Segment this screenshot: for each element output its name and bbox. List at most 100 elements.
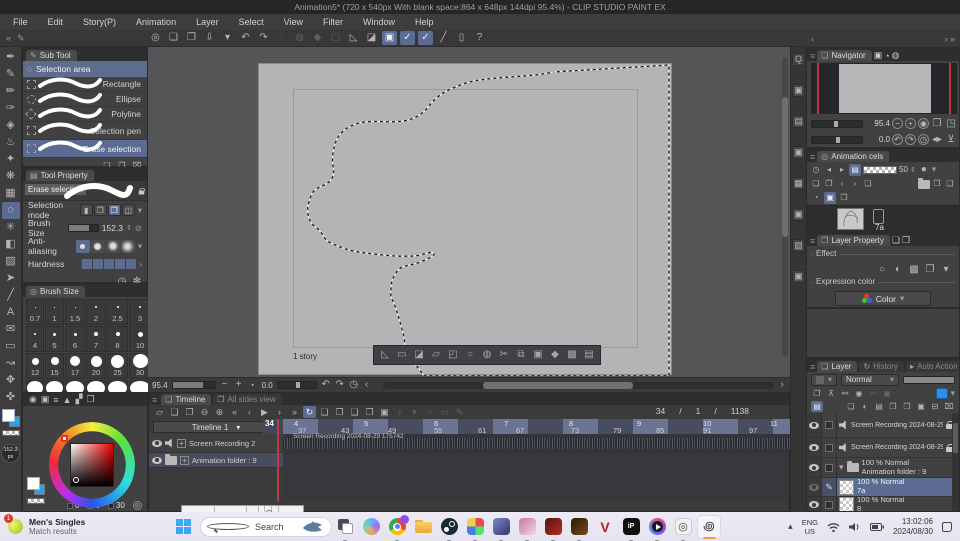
- eye-icon[interactable]: [809, 501, 819, 508]
- selection-launcher-icon[interactable]: ◪: [411, 347, 427, 363]
- scroll-left-icon[interactable]: ‹: [363, 378, 371, 392]
- chevron-down-icon[interactable]: ▾: [138, 205, 142, 216]
- palette-color-combo[interactable]: ▾: [811, 373, 838, 386]
- task-view-button[interactable]: [333, 515, 357, 541]
- collapse-left-icon[interactable]: ‹: [811, 34, 814, 44]
- timeline-toolbar-icon[interactable]: ◔: [423, 406, 436, 418]
- selection-mode-button[interactable]: ▮: [79, 204, 93, 216]
- tab-history[interactable]: ↻ History: [859, 361, 905, 372]
- material-palette-icon[interactable]: ▣: [792, 208, 805, 221]
- aa-middle-button[interactable]: [105, 239, 120, 253]
- command-bar-icon[interactable]: ▢: [328, 31, 343, 45]
- eyedropper-tool-icon[interactable]: ✜: [2, 389, 20, 406]
- command-bar-icon[interactable]: ◌: [274, 31, 289, 45]
- onion-color-icon[interactable]: ●: [918, 163, 930, 177]
- selection-tool-icon[interactable]: ◌: [1, 202, 20, 219]
- color-panel-tab-icon[interactable]: ▣: [41, 394, 50, 405]
- layer-tool-icon[interactable]: ✂: [867, 388, 879, 399]
- eye-icon[interactable]: [809, 421, 819, 429]
- eye-icon[interactable]: [809, 483, 819, 491]
- selection-launcher-icon[interactable]: ○: [462, 347, 478, 363]
- color-settings-icon[interactable]: ◎: [132, 501, 142, 510]
- fill-tool-icon[interactable]: ◧: [2, 236, 20, 253]
- selection-launcher-icon[interactable]: ▩: [564, 347, 580, 363]
- zoom-fit-icon[interactable]: ▪: [248, 378, 258, 392]
- cels-nav-icon[interactable]: ❏: [862, 178, 874, 190]
- stepper-icon[interactable]: ⇕: [910, 166, 916, 174]
- material-palette-icon[interactable]: ▧: [792, 239, 805, 252]
- text-tool-icon[interactable]: A: [2, 304, 20, 321]
- zoom-in-button[interactable]: +: [905, 118, 916, 129]
- menu-item[interactable]: Animation: [127, 16, 185, 28]
- clock[interactable]: 13:02:06 2024/08/30: [893, 517, 933, 537]
- start-button[interactable]: [170, 516, 196, 538]
- tab-auto-action[interactable]: ▸ Auto Action: [906, 361, 959, 372]
- cels-toolbar-icon[interactable]: ◷: [810, 164, 822, 176]
- timeline-playhead[interactable]: [277, 419, 279, 501]
- flip-horizontal-icon[interactable]: ◂▸: [931, 133, 943, 147]
- command-bar-icon[interactable]: ✓: [400, 31, 415, 45]
- volume-icon[interactable]: [848, 522, 861, 532]
- onion-opacity-slider[interactable]: [863, 165, 897, 174]
- rotate-cw-button[interactable]: ↷: [905, 134, 916, 145]
- layer-tool-icon[interactable]: ◉: [853, 388, 865, 399]
- onion-opacity-value[interactable]: 50: [899, 165, 908, 174]
- color-panel-tab-icon[interactable]: ❐: [86, 394, 94, 405]
- flip-vertical-icon[interactable]: ⊻: [945, 133, 957, 147]
- timeline-toolbar-icon[interactable]: ♪: [393, 406, 406, 418]
- command-bar-icon[interactable]: ⇩: [202, 31, 217, 45]
- material-palette-icon[interactable]: ▣: [792, 146, 805, 159]
- effect-toggle-icon[interactable]: ▾: [939, 263, 953, 276]
- cels-toolbar-icon[interactable]: ▤: [849, 163, 861, 176]
- cels-toolbar-icon[interactable]: ▸: [836, 164, 848, 176]
- timeline-toolbar-icon[interactable]: ❐: [183, 406, 196, 418]
- effect-toggle-icon[interactable]: ❐: [923, 263, 937, 276]
- color-panel-tab-icon[interactable]: ▲: [63, 395, 72, 405]
- rotate-ccw-icon[interactable]: ↶: [321, 378, 331, 392]
- selection-launcher-icon[interactable]: ⧉: [513, 347, 529, 363]
- selection-launcher-icon[interactable]: ▣: [530, 347, 546, 363]
- selection-launcher-icon[interactable]: ◍: [479, 347, 495, 363]
- menu-item[interactable]: Window: [354, 16, 404, 28]
- file-explorer-button[interactable]: [411, 515, 435, 539]
- brush-size-cell[interactable]: 2: [86, 299, 106, 325]
- stepper-icon[interactable]: ⇕: [126, 224, 132, 232]
- brush-size-cell[interactable]: 1: [45, 299, 64, 325]
- layer-row-folder[interactable]: ▾ 100 % Normal Animation folder : 9: [807, 458, 955, 478]
- selection-mode-button[interactable]: ❐: [93, 204, 107, 216]
- menu-item[interactable]: File: [4, 16, 37, 28]
- hardness-step[interactable]: [93, 259, 104, 269]
- subtool-item[interactable]: Rectangle: [23, 77, 147, 92]
- expand-arrow-icon[interactable]: ›: [139, 259, 142, 269]
- layer-checkbox[interactable]: [825, 463, 833, 472]
- blend-tool-icon[interactable]: ❋: [2, 168, 20, 185]
- tray-expand-icon[interactable]: ▴: [788, 521, 793, 532]
- tab-layer-property[interactable]: ❐ Layer Property: [817, 235, 890, 246]
- canvas[interactable]: 1 story ◺ ▭ ◪ ▱ ◰ ○ ◍ ✂ ⧉ ▣ ◆ ▩ ▤: [258, 63, 672, 376]
- command-bar-icon[interactable]: ↷: [256, 31, 271, 45]
- game-app-button-1[interactable]: [463, 515, 487, 541]
- command-bar-icon[interactable]: ◍: [292, 31, 307, 45]
- command-bar-icon[interactable]: ▯: [454, 31, 469, 45]
- frame-border-tool-icon[interactable]: ▭: [2, 338, 20, 355]
- game-app-button-3[interactable]: [515, 515, 539, 541]
- auto-select-tool-icon[interactable]: ✳: [2, 219, 20, 236]
- layer-action-icon[interactable]: ❐: [887, 401, 899, 412]
- brush-size-slider[interactable]: [67, 224, 99, 232]
- language-indicator[interactable]: ENG US: [802, 518, 818, 536]
- eye-icon[interactable]: [152, 456, 162, 464]
- menu-item[interactable]: Layer: [187, 16, 228, 28]
- timeline-toolbar-icon[interactable]: ❐: [363, 406, 376, 418]
- material-palette-icon[interactable]: ▦: [792, 177, 805, 190]
- command-bar-icon[interactable]: ❐: [184, 31, 199, 45]
- brush-size-cell[interactable]: 1.5: [65, 299, 85, 325]
- navigator-extra-tab-icon[interactable]: ◔: [884, 51, 889, 61]
- subtool-item[interactable]: Polyline: [23, 107, 147, 122]
- blend-mode-dropdown[interactable]: Normal ▾: [841, 373, 900, 386]
- timeline-toolbar-icon[interactable]: ▶: [258, 406, 271, 418]
- chevron-down-icon[interactable]: ▾: [138, 241, 142, 252]
- main-sub-color-swatch[interactable]: [27, 477, 45, 495]
- steam-button[interactable]: [437, 515, 461, 541]
- gradient-tool-icon[interactable]: ▨: [2, 253, 20, 270]
- transparent-color-swatch[interactable]: [1, 430, 20, 436]
